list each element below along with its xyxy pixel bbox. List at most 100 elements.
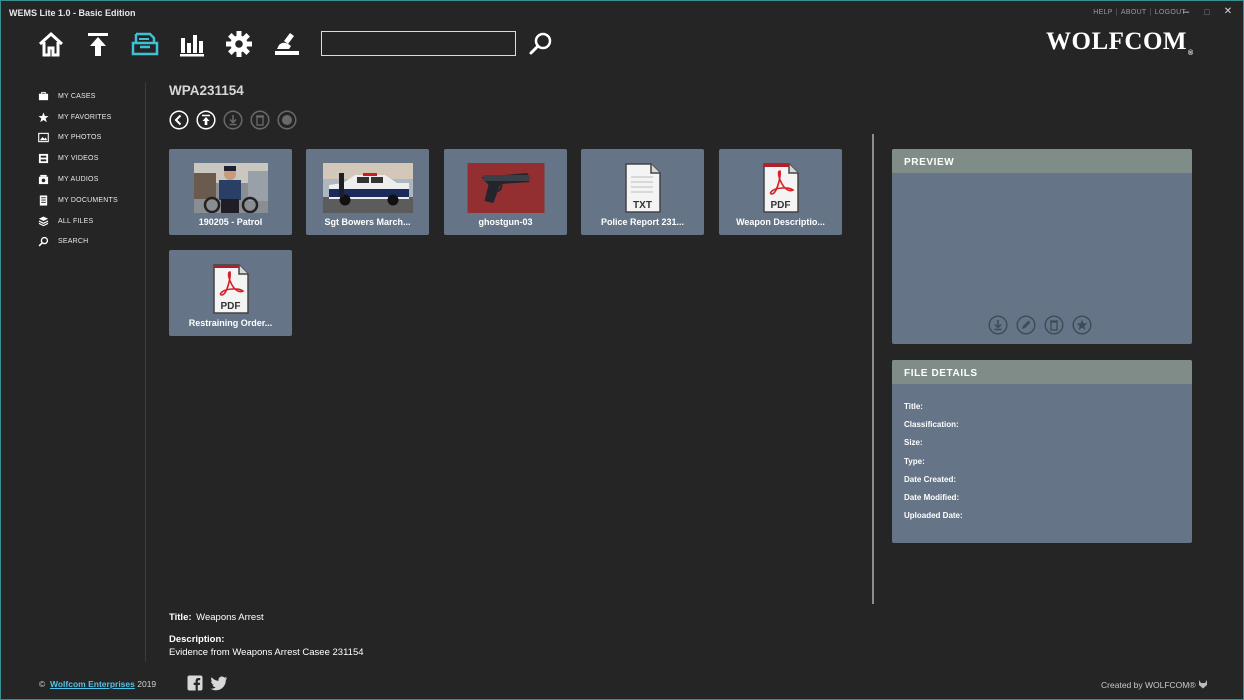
case-title: WPA231154 [169, 83, 244, 98]
file-details-panel: FILE DETAILS Title: Classification: Size… [892, 360, 1192, 543]
file-tile[interactable]: TXT Police Report 231... [581, 149, 704, 235]
sidebar-item-all-files[interactable]: ALL FILES [36, 211, 118, 232]
upload-file-button[interactable] [196, 110, 216, 130]
detail-date-created-label: Date Created: [904, 475, 957, 484]
wolf-logo-icon [1199, 680, 1207, 689]
sidebar-item-label: MY CASES [58, 92, 96, 100]
photo-icon [36, 132, 50, 144]
upload-icon [196, 110, 216, 130]
edit-pencil-icon[interactable] [1016, 315, 1036, 335]
delete-button[interactable] [250, 110, 270, 130]
file-type-badge: TXT [633, 200, 652, 211]
evidence-stamp-icon[interactable] [273, 30, 301, 58]
file-tile-label: ghostgun-03 [478, 217, 533, 227]
favorite-star-icon[interactable] [1072, 315, 1092, 335]
minimize-button[interactable]: – [1179, 6, 1193, 18]
sidebar: MY CASES MY FAVORITES MY PHOTOS MY VIDEO… [36, 86, 118, 252]
detail-size-label: Size: [904, 438, 923, 447]
detail-date-modified-label: Date Modified: [904, 493, 960, 502]
file-tile[interactable]: ghostgun-03 [444, 149, 567, 235]
home-icon[interactable] [37, 30, 65, 58]
sidebar-item-search[interactable]: SEARCH [36, 232, 118, 253]
case-title-value: Weapons Arrest [196, 612, 264, 623]
sidebar-item-my-documents[interactable]: MY DOCUMENTS [36, 190, 118, 211]
ghost-gun-photo-thumbnail [467, 163, 544, 213]
share-button[interactable] [277, 110, 297, 130]
file-details-header: FILE DETAILS [892, 360, 1192, 384]
sidebar-item-my-audios[interactable]: MY AUDIOS [36, 169, 118, 190]
sidebar-item-label: MY VIDEOS [58, 155, 99, 163]
file-type-badge: PDF [220, 301, 241, 312]
download-icon[interactable] [988, 315, 1008, 335]
file-tile[interactable]: 190205 - Patrol [169, 149, 292, 235]
file-tile-label: Restraining Order... [188, 318, 273, 328]
layers-icon [36, 215, 50, 227]
sidebar-item-label: MY PHOTOS [58, 134, 102, 142]
case-description-value: Evidence from Weapons Arrest Casee 23115… [169, 647, 364, 658]
file-tile-label: 190205 - Patrol [198, 217, 263, 227]
close-button[interactable]: ✕ [1221, 6, 1235, 17]
case-title-label: Title: [169, 612, 192, 623]
download-button[interactable] [223, 110, 243, 130]
about-link[interactable]: ABOUT [1121, 9, 1147, 16]
panel-splitter[interactable] [872, 134, 874, 604]
detail-uploaded-date-label: Uploaded Date: [904, 511, 963, 520]
detail-title-label: Title: [904, 402, 923, 411]
file-tile-label: Weapon Descriptio... [736, 217, 825, 227]
file-tile[interactable]: Sgt Bowers March... [306, 149, 429, 235]
evidence-box-icon[interactable] [131, 30, 159, 58]
top-links: HELP | ABOUT | LOGOUT [1093, 9, 1186, 16]
sidebar-item-my-cases[interactable]: MY CASES [36, 86, 118, 107]
footer-copyright: © Wolfcom Enterprises 2019 [39, 679, 157, 689]
preview-panel: PREVIEW [892, 149, 1192, 344]
sidebar-item-label: SEARCH [58, 238, 89, 246]
audio-icon [36, 174, 50, 186]
trash-icon [250, 110, 270, 130]
sidebar-item-label: MY AUDIOS [58, 176, 99, 184]
sidebar-item-my-videos[interactable]: MY VIDEOS [36, 148, 118, 169]
trash-icon[interactable] [1044, 315, 1064, 335]
sidebar-item-label: MY DOCUMENTS [58, 196, 118, 204]
search-icon[interactable] [528, 31, 554, 57]
patrol-photo-thumbnail [193, 163, 268, 213]
search-icon [36, 236, 50, 248]
preview-actions [988, 315, 1092, 335]
sidebar-item-my-favorites[interactable]: MY FAVORITES [36, 107, 118, 128]
detail-type-label: Type: [904, 457, 925, 466]
file-type-badge: PDF [770, 200, 791, 211]
briefcase-icon [36, 90, 50, 102]
back-button[interactable] [169, 110, 189, 130]
back-arrow-icon [169, 110, 189, 130]
sidebar-item-my-photos[interactable]: MY PHOTOS [36, 128, 118, 149]
file-tile[interactable]: PDF Weapon Descriptio... [719, 149, 842, 235]
gear-icon[interactable] [225, 30, 253, 58]
upload-icon[interactable] [84, 30, 112, 58]
reports-chart-icon[interactable] [178, 30, 206, 58]
film-icon [36, 153, 50, 165]
sidebar-item-label: ALL FILES [58, 217, 94, 225]
case-description-label: Description: [169, 634, 225, 645]
police-car-photo-thumbnail [322, 163, 413, 213]
twitter-icon[interactable] [210, 675, 228, 691]
facebook-icon[interactable] [187, 675, 203, 691]
help-link[interactable]: HELP [1093, 9, 1113, 16]
document-icon [36, 194, 50, 206]
detail-classification-label: Classification: [904, 420, 959, 429]
window-title: WEMS Lite 1.0 - Basic Edition [9, 8, 136, 18]
company-link[interactable]: Wolfcom Enterprises [50, 679, 135, 689]
file-tile[interactable]: PDF Restraining Order... [169, 250, 292, 336]
app-window [0, 0, 1244, 700]
maximize-button[interactable]: □ [1200, 7, 1214, 17]
created-by-label: Created by WOLFCOM® [1101, 679, 1208, 690]
file-tile-label: Police Report 231... [600, 217, 685, 227]
star-icon [36, 111, 50, 123]
wolfcom-logo: WOLFCOM® [1046, 28, 1194, 57]
case-title-info: Title: Weapons Arrest [169, 612, 264, 623]
sidebar-item-label: MY FAVORITES [58, 113, 112, 121]
download-icon [223, 110, 243, 130]
globe-icon [277, 110, 297, 130]
preview-header: PREVIEW [892, 149, 1192, 173]
search-input[interactable] [321, 31, 516, 56]
sidebar-divider [145, 82, 146, 662]
file-tile-label: Sgt Bowers March... [324, 217, 411, 227]
